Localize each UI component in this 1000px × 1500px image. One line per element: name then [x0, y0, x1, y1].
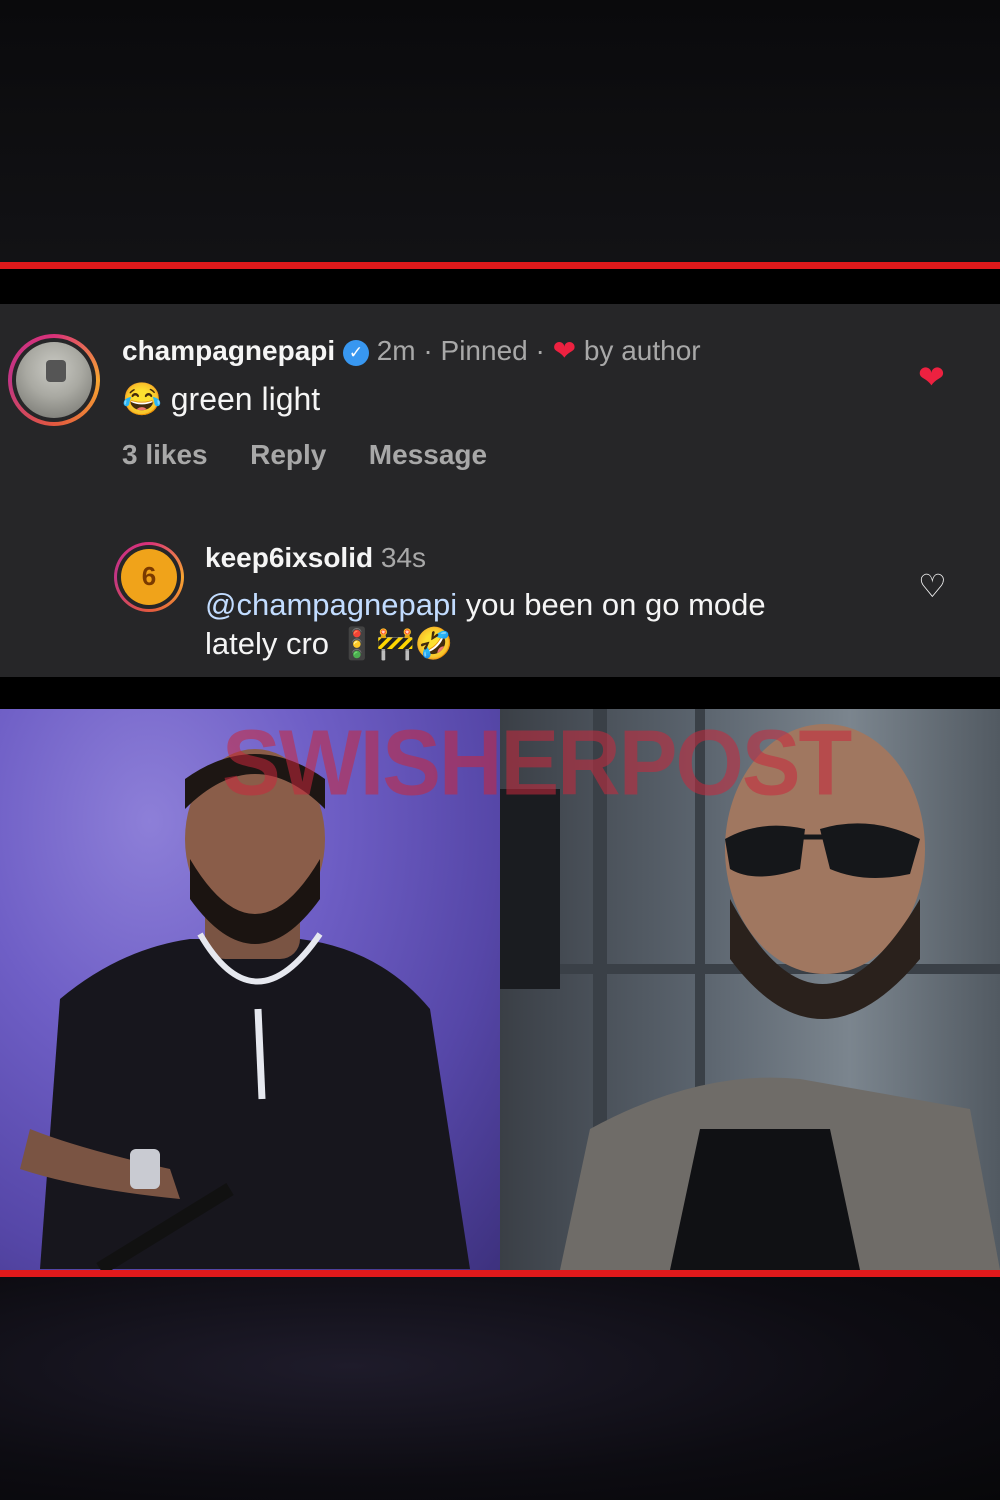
top-dark-band	[0, 0, 1000, 262]
separator-dot: ·	[535, 335, 545, 366]
comment-1-body: 😂 green light	[122, 380, 320, 418]
comment-2-body-line-1: @champagnepapi you been on go mode	[205, 586, 766, 624]
comment-1-reply-button[interactable]: Reply	[250, 439, 326, 470]
comment-1-like-heart-icon[interactable]: ❤	[918, 361, 945, 393]
verified-badge-icon: ✓	[342, 339, 369, 366]
photo-separator	[0, 677, 1000, 709]
watermark-text: SWISHERPOST	[222, 710, 852, 815]
author-heart-icon: ❤	[552, 335, 577, 366]
traffic-light-emoji-icon: 🚦🚧🤣	[337, 626, 454, 661]
comment-2-mention[interactable]: @champagnepapi	[205, 587, 457, 622]
red-divider-top	[0, 262, 1000, 269]
comment-2-time: 34s	[380, 542, 427, 573]
comment-1-actions: 3 likes Reply Message	[122, 438, 487, 477]
comment-2-text-2: lately cro	[205, 626, 330, 661]
comment-1-time: 2m	[376, 335, 416, 366]
comment-2-like-heart-outline-icon[interactable]: ♡	[918, 570, 947, 602]
comment-1-header: champagnepapi ✓ 2m · Pinned · ❤ by autho…	[122, 334, 701, 368]
comment-1-message-button[interactable]: Message	[369, 439, 487, 470]
avatar-champagnepapi[interactable]	[8, 334, 100, 426]
comment-2-text-1: you been on go mode	[457, 587, 766, 622]
comment-1-by-author: by author	[583, 335, 701, 366]
laughing-emoji-icon: 😂	[122, 381, 162, 417]
comment-1-text: green light	[170, 381, 321, 417]
separator-band	[0, 269, 1000, 304]
comment-2-header: keep6ixsolid 34s	[205, 541, 426, 575]
comment-1-username[interactable]: champagnepapi	[122, 335, 335, 366]
comment-2-username[interactable]: keep6ixsolid	[205, 542, 373, 573]
avatar-keep6ixsolid[interactable]: 6	[114, 542, 184, 612]
avatar-logo: 6	[121, 549, 177, 605]
separator-dot: ·	[423, 335, 433, 366]
avatar-photo	[16, 342, 92, 418]
comment-1-pinned: Pinned	[440, 335, 528, 366]
comment-1-likes[interactable]: 3 likes	[122, 439, 208, 470]
comment-2-body-line-2: lately cro 🚦🚧🤣	[205, 625, 453, 663]
bottom-blurred-band	[0, 1277, 1000, 1500]
red-divider-bottom	[0, 1270, 1000, 1277]
